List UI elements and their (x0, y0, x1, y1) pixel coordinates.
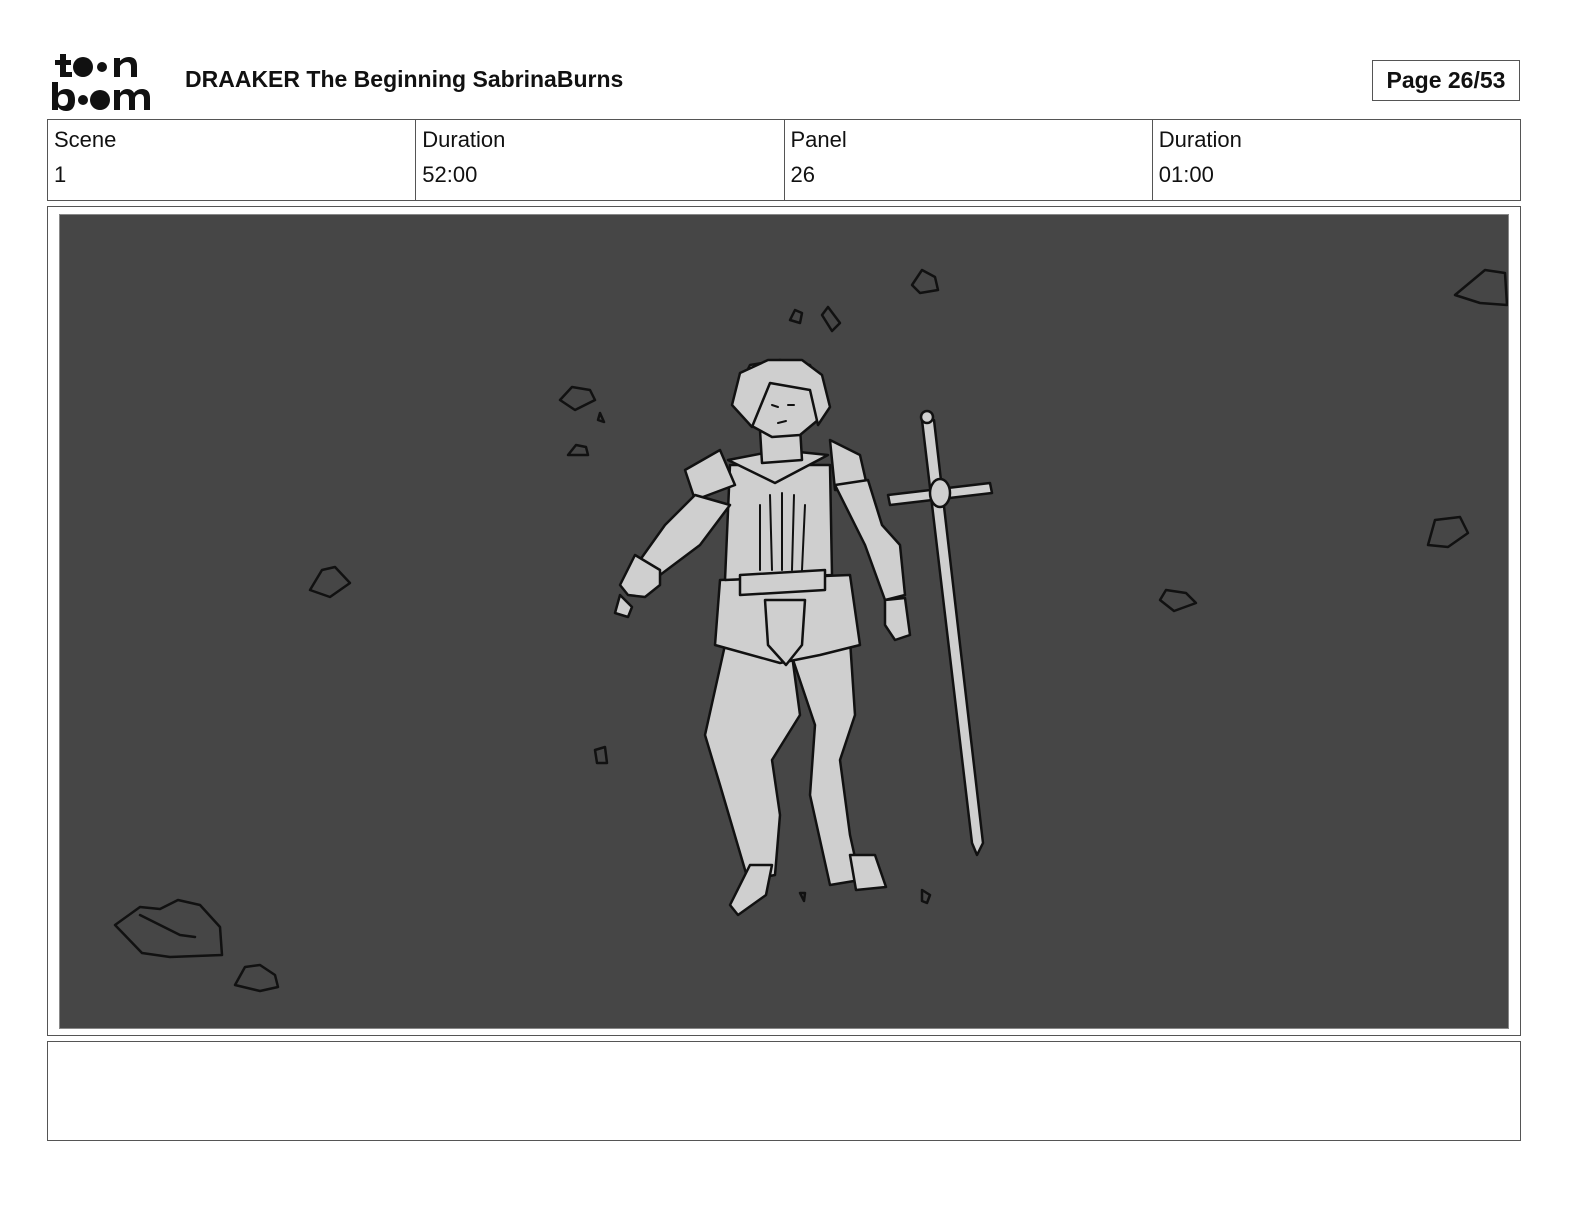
knight-figure (613, 358, 912, 917)
panel-value: 26 (790, 162, 815, 187)
panel-notes-box[interactable] (47, 1041, 1521, 1141)
scene-info-table: Scene 1 Duration 52:00 Panel 26 Duration… (47, 119, 1521, 201)
document-title: DRAAKER The Beginning SabrinaBurns (185, 66, 624, 92)
panel-cell: Panel 26 (785, 120, 1153, 200)
scene-cell: Scene 1 (48, 120, 417, 200)
scene-duration-value: 52:00 (422, 162, 478, 187)
scene-duration-label: Duration (422, 127, 506, 152)
scene-label: Scene (54, 127, 117, 152)
scene-duration-cell: Duration 52:00 (416, 120, 785, 200)
scene-value: 1 (54, 162, 67, 187)
panel-duration-label: Duration (1158, 127, 1242, 152)
toon-boom-logo (52, 54, 150, 111)
panel-label: Panel (790, 127, 847, 152)
knight-sketch-illustration (113, 268, 1508, 993)
page-number: Page 26/53 (1372, 60, 1520, 101)
storyboard-panel-frame (47, 206, 1521, 1036)
storyboard-panel-image (59, 214, 1509, 1029)
panel-duration-cell: Duration 01:00 (1153, 120, 1520, 200)
panel-duration-value: 01:00 (1158, 162, 1214, 187)
